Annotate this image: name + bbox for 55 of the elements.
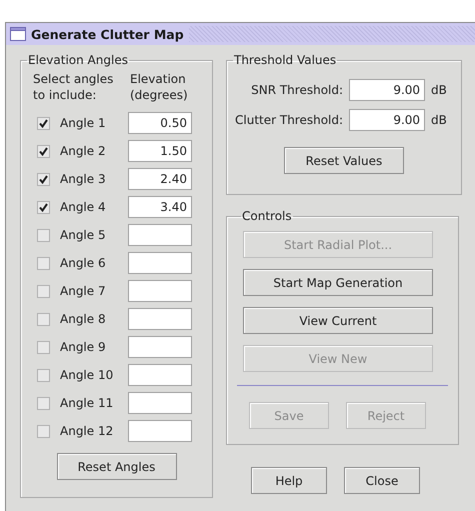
- angle-label: Angle 12: [60, 424, 114, 438]
- elevation-field[interactable]: [128, 392, 192, 414]
- reset-values-button[interactable]: Reset Values: [284, 147, 404, 174]
- unit-label: dB: [431, 113, 447, 127]
- window-icon: [10, 27, 26, 41]
- angle-label: Angle 5: [60, 228, 106, 242]
- checkbox[interactable]: [37, 340, 50, 354]
- elevation-field[interactable]: [128, 280, 192, 302]
- threshold-field[interactable]: 9.00: [349, 109, 426, 131]
- angle-label: Angle 3: [60, 172, 106, 186]
- group-title: Controls: [241, 209, 293, 223]
- threshold-label: Clutter Threshold:: [235, 113, 344, 127]
- threshold-label: SNR Threshold:: [251, 83, 344, 97]
- angle-label: Angle 10: [60, 368, 114, 382]
- angle-label: Angle 9: [60, 340, 106, 354]
- elevation-field[interactable]: 1.50: [128, 140, 192, 162]
- elevation-field[interactable]: 0.50: [128, 112, 192, 134]
- checkbox[interactable]: [37, 424, 50, 438]
- dialog-button[interactable]: Help: [251, 467, 327, 494]
- elevation-field[interactable]: [128, 336, 192, 358]
- window-title: Generate Clutter Map: [31, 26, 184, 42]
- checkbox[interactable]: [37, 284, 50, 298]
- elevation-field[interactable]: [128, 308, 192, 330]
- control-button[interactable]: Start Map Generation: [243, 269, 433, 296]
- threshold-field[interactable]: 9.00: [349, 79, 426, 101]
- control-button[interactable]: View Current: [243, 307, 433, 334]
- column-header: Select angles to include:: [32, 71, 114, 103]
- reset-angles-button[interactable]: Reset Angles: [56, 453, 176, 480]
- checkbox[interactable]: [37, 200, 50, 214]
- angle-label: Angle 2: [60, 144, 106, 158]
- elevation-field[interactable]: [128, 420, 192, 442]
- angle-label: Angle 6: [60, 256, 106, 270]
- checkbox[interactable]: [37, 396, 50, 410]
- column-header: Elevation (degrees): [129, 71, 189, 103]
- angle-label: Angle 1: [60, 116, 106, 130]
- checkbox[interactable]: [37, 172, 50, 186]
- dialog-button[interactable]: Close: [344, 467, 420, 494]
- angle-label: Angle 8: [60, 312, 106, 326]
- checkbox[interactable]: [37, 312, 50, 326]
- group-title: Elevation Angles: [27, 53, 129, 67]
- checkbox[interactable]: [37, 368, 50, 382]
- elevation-field[interactable]: [128, 364, 192, 386]
- checkbox[interactable]: [37, 256, 50, 270]
- elevation-field[interactable]: [128, 224, 192, 246]
- elevation-field[interactable]: 3.40: [128, 196, 192, 218]
- angle-label: Angle 11: [60, 396, 114, 410]
- angle-label: Angle 7: [60, 284, 106, 298]
- elevation-field[interactable]: 2.40: [128, 168, 192, 190]
- checkbox[interactable]: [37, 144, 50, 158]
- elevation-field[interactable]: [128, 252, 192, 274]
- angle-label: Angle 4: [60, 200, 106, 214]
- checkbox[interactable]: [37, 116, 50, 130]
- unit-label: dB: [431, 83, 447, 97]
- group-title: Threshold Values: [233, 53, 338, 67]
- checkbox[interactable]: [37, 228, 50, 242]
